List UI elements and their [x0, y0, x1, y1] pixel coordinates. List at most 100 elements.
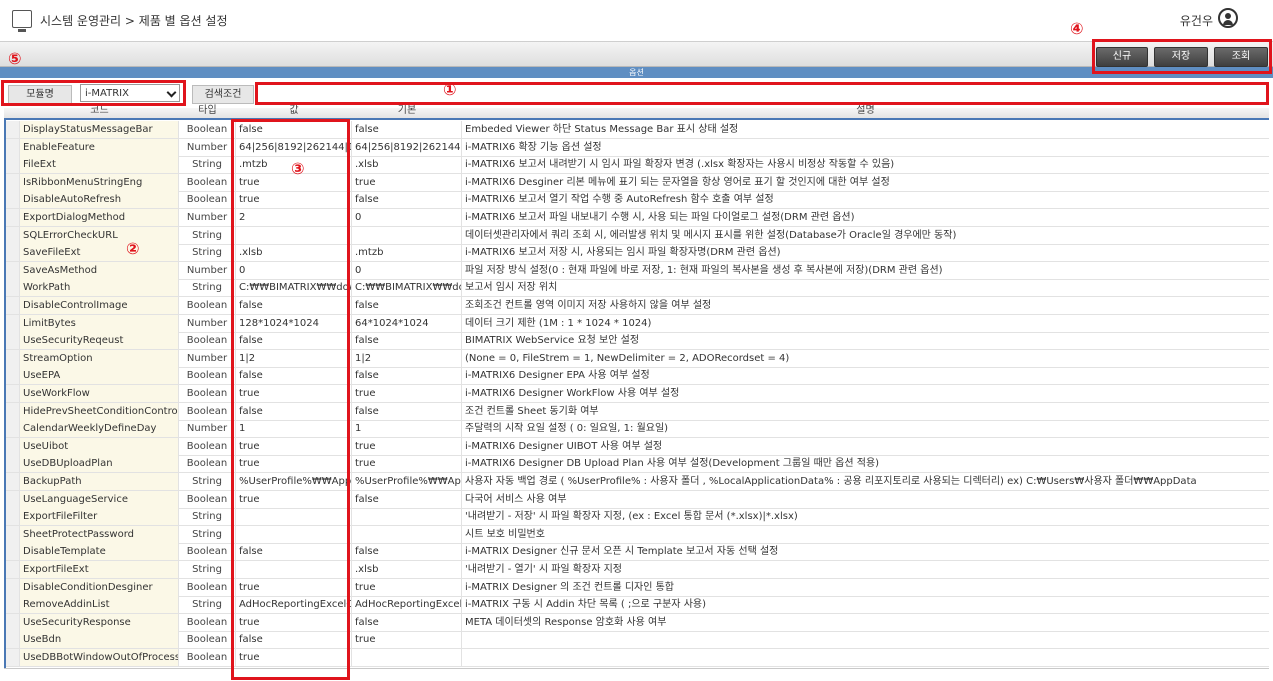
table-row[interactable]: UseLanguageService Boolean true false 다국어 서비… [6, 490, 1269, 509]
description-cell[interactable]: i-MATRIX Designer 의 조건 컨트롤 디자인 통합 [462, 579, 1269, 596]
default-cell[interactable]: false [352, 402, 462, 420]
type-cell[interactable]: Number [179, 420, 236, 438]
type-cell[interactable]: String [179, 226, 236, 244]
table-row[interactable]: HidePrevSheetConditionControl Boolean fals… [6, 402, 1269, 421]
description-cell[interactable] [462, 649, 1269, 666]
default-cell[interactable]: false [352, 490, 462, 508]
row-indicator[interactable] [6, 297, 20, 314]
code-cell[interactable]: UseEPA [20, 367, 179, 385]
type-cell[interactable]: String [179, 561, 236, 578]
row-indicator[interactable] [6, 613, 20, 631]
default-cell[interactable]: 0 [352, 209, 462, 226]
code-cell[interactable]: DisableConditionDesginer [20, 578, 179, 596]
type-cell[interactable]: Boolean [179, 402, 236, 420]
table-row[interactable]: CalendarWeeklyDefineDay Number 1 1 주달력의 시작 요… [6, 420, 1269, 439]
code-cell[interactable]: SQLErrorCheckURL [20, 226, 179, 244]
description-cell[interactable]: (None = 0, FileStrem = 1, NewDelimiter =… [462, 350, 1269, 367]
description-cell[interactable]: 주달력의 시작 요일 설정 ( 0: 일요일, 1: 월요일) [462, 420, 1269, 437]
table-row[interactable]: FileExt String .mtzb .xlsb i-MATRIX6 보고서 내려받… [6, 156, 1269, 175]
row-indicator[interactable] [6, 209, 20, 226]
default-cell[interactable]: C:₩₩BIMATRIX₩₩down [352, 279, 462, 297]
description-cell[interactable]: i-MATRIX6 Desginer 리본 메뉴에 표기 되는 문자열을 항상 … [462, 174, 1269, 191]
column-header-type[interactable]: 타입 [179, 104, 236, 118]
code-cell[interactable]: ExportFileExt [20, 561, 179, 578]
default-cell[interactable]: 1|2 [352, 349, 462, 367]
type-cell[interactable]: Number [179, 261, 236, 279]
type-cell[interactable]: Boolean [179, 173, 236, 191]
description-cell[interactable]: META 데이터셋의 Response 암호화 사용 여부 [462, 614, 1269, 631]
default-cell[interactable]: %UserProfile%₩₩AppDa... [352, 473, 462, 490]
table-row[interactable]: DisplayStatusMessageBar Boolean false false… [6, 121, 1269, 139]
code-cell[interactable]: BackupPath [20, 473, 179, 490]
table-row[interactable]: SheetProtectPassword String 시트 보호 비밀번호 [6, 525, 1269, 544]
row-indicator[interactable] [6, 156, 20, 174]
type-cell[interactable]: String [179, 473, 236, 490]
row-indicator[interactable] [6, 561, 20, 578]
code-cell[interactable]: FileExt [20, 156, 179, 174]
code-cell[interactable]: UseUibot [20, 437, 179, 455]
code-cell[interactable]: UseSecurityReqeust [20, 332, 179, 350]
code-cell[interactable]: UseSecurityResponse [20, 613, 179, 631]
type-cell[interactable]: Boolean [179, 455, 236, 473]
description-cell[interactable]: 보고서 임시 저장 위치 [462, 279, 1269, 296]
description-cell[interactable]: i-MATRIX6 확장 기능 옵션 설정 [462, 139, 1269, 156]
type-cell[interactable]: Number [179, 314, 236, 332]
type-cell[interactable]: String [179, 156, 236, 174]
table-row[interactable]: BackupPathString%UserProfile%₩₩AppDa...%… [6, 473, 1269, 491]
code-cell[interactable]: UseWorkFlow [20, 385, 179, 402]
table-row[interactable]: WorkPath String C:₩₩BIMATRIX₩₩down C:₩₩BIMA… [6, 279, 1269, 298]
table-row[interactable]: UseDBBotWindowOutOfProcess Boolean true [6, 649, 1269, 667]
row-indicator[interactable] [6, 437, 20, 455]
table-row[interactable]: SaveFileExt String .xlsb .mtzb i-MATRIX6 보고서… [6, 244, 1269, 263]
row-indicator[interactable] [6, 173, 20, 191]
row-indicator[interactable] [6, 367, 20, 385]
table-row[interactable]: RemoveAddinList String AdHocReportingExcel… [6, 596, 1269, 615]
table-row[interactable]: ExportDialogMethod Number 2 0 i-MATRIX6 보고서 … [6, 209, 1269, 227]
description-cell[interactable] [462, 631, 1269, 648]
description-cell[interactable]: i-MATRIX6 보고서 열기 작업 수행 중 AutoRefresh 함수 … [462, 191, 1269, 208]
type-cell[interactable]: String [179, 244, 236, 262]
code-cell[interactable]: WorkPath [20, 279, 179, 297]
description-cell[interactable]: i-MATRIX6 Designer DB Upload Plan 사용 여부 … [462, 455, 1269, 472]
type-cell[interactable]: Number [179, 138, 236, 156]
row-indicator[interactable] [6, 473, 20, 490]
table-row[interactable]: ExportFileFilter String '내려받기 - 저장' 시 파일 확… [6, 508, 1269, 527]
description-cell[interactable]: 시트 보호 비밀번호 [462, 526, 1269, 543]
table-row[interactable]: LimitBytes Number 128*1024*1024 64*1024*102… [6, 314, 1269, 333]
row-indicator[interactable] [6, 420, 20, 438]
table-row[interactable]: UseWorkFlow Boolean true true i-MATRIX6 Desi… [6, 385, 1269, 403]
default-cell[interactable] [352, 508, 462, 526]
default-cell[interactable]: false [352, 191, 462, 209]
table-row[interactable]: EnableFeatureNumber 64|256|8192|262144|13… [6, 138, 1269, 157]
type-cell[interactable]: String [179, 525, 236, 543]
code-cell[interactable]: StreamOption [20, 349, 179, 367]
table-row[interactable]: DisableTemplate Boolean false false i-MATRIX… [6, 543, 1269, 562]
code-cell[interactable]: DisableTemplate [20, 543, 179, 561]
row-indicator[interactable] [6, 508, 20, 526]
type-cell[interactable]: Boolean [179, 121, 236, 138]
code-cell[interactable]: SaveFileExt [20, 244, 179, 262]
description-cell[interactable]: 파일 저장 방식 설정(0 : 현재 파일에 바로 저장, 1: 현재 파일의 … [462, 262, 1269, 279]
default-cell[interactable]: false [352, 613, 462, 631]
type-cell[interactable]: Number [179, 349, 236, 367]
default-cell[interactable]: true [352, 578, 462, 596]
row-indicator[interactable] [6, 314, 20, 332]
row-indicator[interactable] [6, 543, 20, 561]
description-cell[interactable]: i-MATRIX6 보고서 저장 시, 사용되는 임시 파일 확장자명(DRM … [462, 244, 1269, 261]
user-name[interactable]: 유건우 [1180, 12, 1213, 29]
description-cell[interactable]: 데이터셋관리자에서 쿼리 조회 시, 에러발생 위치 및 메시지 표시를 위한 … [462, 227, 1269, 244]
code-cell[interactable]: SheetProtectPassword [20, 525, 179, 543]
type-cell[interactable]: String [179, 279, 236, 297]
code-cell[interactable]: UseDBBotWindowOutOfProcess [20, 649, 179, 666]
row-indicator[interactable] [6, 402, 20, 420]
description-cell[interactable]: '내려받기 - 저장' 시 파일 확장자 지정, (ex : Excel 통합 … [462, 508, 1269, 525]
code-cell[interactable]: RemoveAddinList [20, 596, 179, 614]
column-header-code[interactable]: 코드 [20, 104, 179, 118]
row-indicator[interactable] [6, 578, 20, 596]
row-indicator[interactable] [6, 349, 20, 367]
default-cell[interactable] [352, 226, 462, 244]
row-indicator[interactable] [6, 138, 20, 156]
column-header-value[interactable]: 값 [236, 104, 352, 118]
type-cell[interactable]: Boolean [179, 385, 236, 402]
code-cell[interactable]: UseDBUploadPlan [20, 455, 179, 473]
